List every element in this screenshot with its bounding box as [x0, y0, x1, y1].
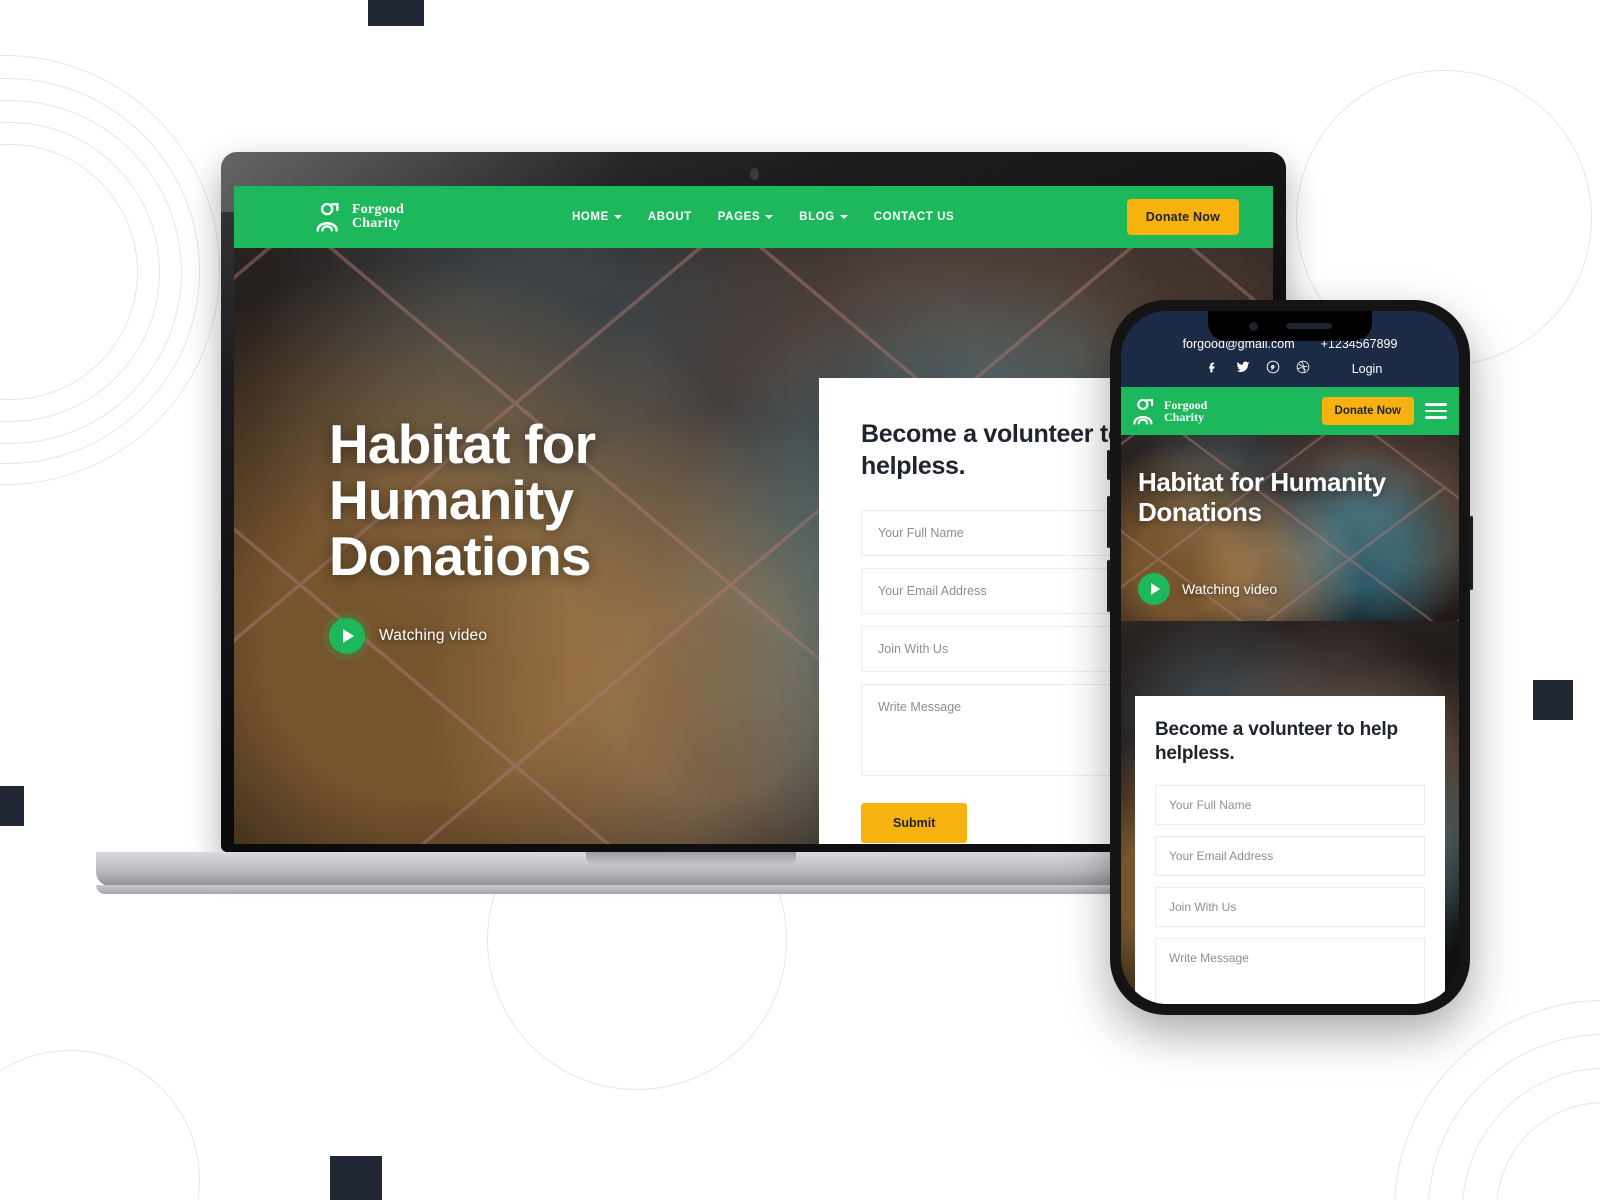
brand-logo[interactable]: Forgood Charity — [316, 202, 404, 232]
chevron-down-icon — [765, 215, 774, 219]
nav-item-pages-label: PAGES — [717, 211, 761, 223]
laptop-base — [96, 852, 1286, 894]
mobile-hero-section: Habitat for Humanity Donations Watching … — [1121, 435, 1459, 621]
pinterest-icon[interactable] — [1258, 360, 1288, 377]
person-logo-icon — [1133, 398, 1154, 425]
main-navigation: HOME ABOUT PAGES BLOG CONTACT US — [572, 211, 954, 223]
hero-section: Habitat for Humanity Donations Watching … — [329, 413, 596, 655]
phone-volume-button — [1107, 450, 1110, 480]
social-links-row: Login — [1121, 360, 1459, 377]
mobile-hero-line-2: Donations — [1138, 497, 1262, 528]
mobile-donate-now-button[interactable]: Donate Now — [1321, 397, 1414, 425]
nav-item-about[interactable]: ABOUT — [648, 211, 692, 223]
hero-heading-line-3: Donations — [329, 525, 591, 588]
mobile-volunteer-form-title: Become a volunteer to help helpless. — [1155, 719, 1398, 765]
nav-item-about-label: ABOUT — [647, 211, 692, 223]
facebook-icon[interactable] — [1198, 361, 1228, 377]
laptop-camera-icon — [749, 168, 759, 180]
mobile-brand-line-2: Charity — [1164, 410, 1204, 424]
mobile-brand-logo[interactable]: Forgood Charity — [1133, 398, 1207, 425]
decor-square-left — [0, 786, 24, 826]
nav-item-contact-label: CONTACT US — [873, 211, 955, 223]
phone-volume-down-button — [1107, 560, 1110, 612]
nav-item-blog-label: BLOG — [799, 211, 835, 223]
phone-notch — [1208, 311, 1372, 341]
site-navbar: Forgood Charity HOME ABOUT PAGES BLOG CO… — [234, 186, 1273, 248]
decor-ring-bottomleft — [0, 1050, 200, 1200]
brand-name: Forgood Charity — [352, 201, 404, 232]
chevron-down-icon — [839, 215, 848, 219]
twitter-icon[interactable] — [1228, 360, 1258, 377]
mobile-watch-video-control[interactable]: Watching video — [1138, 573, 1277, 605]
laptop-foot — [96, 885, 1286, 894]
hero-heading-line-1: Habitat for — [329, 413, 596, 475]
mobile-hero-heading: Habitat for Humanity Donations — [1138, 467, 1445, 527]
phone-power-button — [1470, 516, 1473, 590]
play-icon[interactable] — [1138, 573, 1170, 605]
hamburger-menu-icon[interactable] — [1425, 403, 1447, 419]
watch-video-control[interactable]: Watching video — [329, 618, 595, 655]
nav-item-pages[interactable]: PAGES — [717, 211, 774, 223]
phone-volume-up-button — [1107, 496, 1110, 548]
mobile-volunteer-form-card: Become a volunteer to help helpless. — [1135, 696, 1445, 1004]
mobile-hero-line-1: Habitat for Humanity — [1138, 467, 1386, 497]
mobile-watch-video-label: Watching video — [1182, 581, 1278, 597]
person-logo-icon — [316, 202, 339, 232]
mobile-email-input[interactable] — [1155, 835, 1425, 876]
mobile-brand-name: Forgood Charity — [1164, 399, 1207, 424]
mobile-full-name-input[interactable] — [1155, 784, 1425, 825]
nav-item-home-label: HOME — [571, 211, 609, 223]
decor-square-bottom — [330, 1156, 382, 1200]
play-icon[interactable] — [329, 618, 365, 655]
donate-now-button[interactable]: Donate Now — [1126, 199, 1239, 235]
chevron-down-icon — [613, 215, 622, 219]
phone-mockup: forgood@gmail.com +1234567899 Login Forg… — [1107, 300, 1473, 1015]
mobile-navbar: Forgood Charity Donate Now — [1121, 387, 1459, 435]
phone-screen: forgood@gmail.com +1234567899 Login Forg… — [1121, 311, 1459, 1004]
nav-item-home[interactable]: HOME — [572, 211, 622, 223]
brand-line-2: Charity — [352, 216, 401, 231]
hero-heading-line-2: Humanity — [329, 469, 574, 532]
submit-button[interactable]: Submit — [861, 803, 968, 843]
phone-camera-icon — [1248, 321, 1258, 331]
hero-heading: Habitat for Humanity Donations — [329, 413, 596, 588]
mobile-join-with-us-input[interactable] — [1155, 886, 1425, 927]
decor-square-right — [1533, 680, 1573, 720]
phone-speaker-icon — [1285, 323, 1332, 329]
dribbble-icon[interactable] — [1288, 360, 1318, 377]
decor-square-top — [368, 0, 424, 26]
mobile-message-textarea[interactable] — [1155, 937, 1425, 1004]
nav-item-blog[interactable]: BLOG — [799, 211, 848, 223]
brand-line-1: Forgood — [352, 201, 404, 217]
nav-item-contact-us[interactable]: CONTACT US — [874, 211, 955, 223]
watch-video-label: Watching video — [379, 627, 488, 645]
login-link[interactable]: Login — [1352, 362, 1383, 376]
